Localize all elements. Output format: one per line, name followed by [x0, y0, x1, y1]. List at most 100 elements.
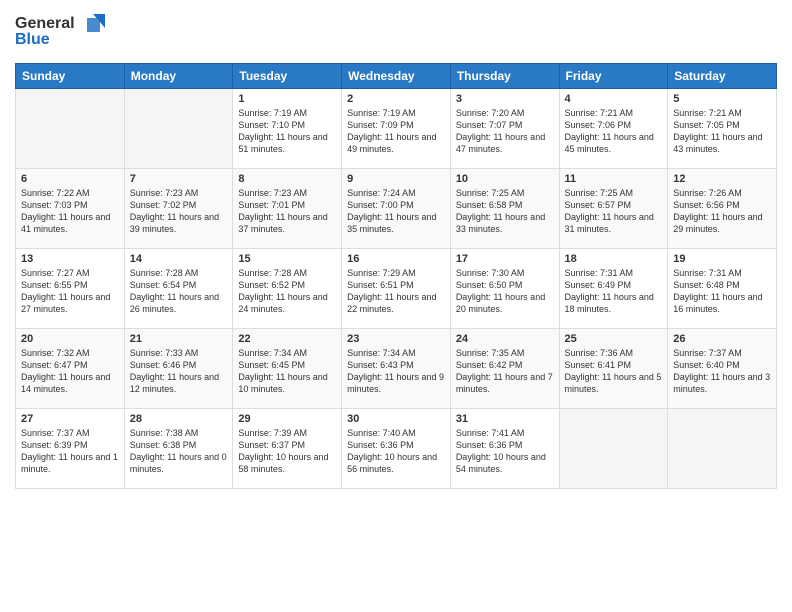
week-row-5: 27 Sunrise: 7:37 AM Sunset: 6:39 PM Dayli…: [16, 409, 777, 489]
week-row-3: 13Sunrise: 7:27 AM Sunset: 6:55 PM Dayli…: [16, 249, 777, 329]
day-number: 28: [130, 413, 228, 425]
day-header-sunday: Sunday: [16, 64, 125, 89]
day-info: Sunrise: 7:28 AM Sunset: 6:54 PM Dayligh…: [130, 267, 228, 316]
day-info: Sunrise: 7:24 AM Sunset: 7:00 PM Dayligh…: [347, 187, 445, 236]
day-info: Sunrise: 7:22 AM Sunset: 7:03 PM Dayligh…: [21, 187, 119, 236]
day-number: 11: [565, 173, 663, 185]
day-number: 15: [238, 253, 336, 265]
day-number: 19: [673, 253, 771, 265]
day-number: 17: [456, 253, 554, 265]
day-header-monday: Monday: [124, 64, 233, 89]
day-number: 6: [21, 173, 119, 185]
day-info: Sunrise: 7:30 AM Sunset: 6:50 PM Dayligh…: [456, 267, 554, 316]
day-info: Sunrise: 7:25 AM Sunset: 6:58 PM Dayligh…: [456, 187, 554, 236]
day-cell: 6 Sunrise: 7:22 AM Sunset: 7:03 PM Daylig…: [16, 169, 125, 249]
day-header-tuesday: Tuesday: [233, 64, 342, 89]
day-number: 26: [673, 333, 771, 345]
day-cell: 30 Sunrise: 7:40 AM Sunset: 6:36 PM Dayli…: [342, 409, 451, 489]
day-cell: 9 Sunrise: 7:24 AM Sunset: 7:00 PM Daylig…: [342, 169, 451, 249]
day-cell: [668, 409, 777, 489]
day-number: 3: [456, 93, 554, 105]
day-cell: 29Sunrise: 7:39 AM Sunset: 6:37 PM Dayli…: [233, 409, 342, 489]
day-info: Sunrise: 7:31 AM Sunset: 6:48 PM Dayligh…: [673, 267, 771, 316]
day-info: Sunrise: 7:36 AM Sunset: 6:41 PM Dayligh…: [565, 347, 663, 396]
day-info: Sunrise: 7:34 AM Sunset: 6:43 PM Dayligh…: [347, 347, 445, 396]
day-cell: 26 Sunrise: 7:37 AM Sunset: 6:40 PM Dayli…: [668, 329, 777, 409]
day-number: 1: [238, 93, 336, 105]
day-number: 25: [565, 333, 663, 345]
day-cell: 17 Sunrise: 7:30 AM Sunset: 6:50 PM Dayli…: [450, 249, 559, 329]
day-cell: 3 Sunrise: 7:20 AM Sunset: 7:07 PM Daylig…: [450, 89, 559, 169]
week-row-1: 1Sunrise: 7:19 AM Sunset: 7:10 PM Daylig…: [16, 89, 777, 169]
day-cell: 25 Sunrise: 7:36 AM Sunset: 6:41 PM Dayli…: [559, 329, 668, 409]
day-info: Sunrise: 7:19 AM Sunset: 7:09 PM Dayligh…: [347, 107, 445, 156]
day-info: Sunrise: 7:23 AM Sunset: 7:01 PM Dayligh…: [238, 187, 336, 236]
day-number: 18: [565, 253, 663, 265]
day-cell: 8 Sunrise: 7:23 AM Sunset: 7:01 PM Daylig…: [233, 169, 342, 249]
day-number: 24: [456, 333, 554, 345]
day-cell: [124, 89, 233, 169]
day-number: 21: [130, 333, 228, 345]
day-number: 9: [347, 173, 445, 185]
day-cell: [559, 409, 668, 489]
day-info: Sunrise: 7:37 AM Sunset: 6:40 PM Dayligh…: [673, 347, 771, 396]
logo: General Blue: [15, 10, 105, 55]
day-cell: 2 Sunrise: 7:19 AM Sunset: 7:09 PM Daylig…: [342, 89, 451, 169]
svg-text:Blue: Blue: [15, 31, 50, 48]
day-info: Sunrise: 7:20 AM Sunset: 7:07 PM Dayligh…: [456, 107, 554, 156]
header-row: SundayMondayTuesdayWednesdayThursdayFrid…: [16, 64, 777, 89]
day-cell: 15 Sunrise: 7:28 AM Sunset: 6:52 PM Dayli…: [233, 249, 342, 329]
page: General Blue SundayMondayTuesdayWednesda…: [0, 0, 792, 612]
day-cell: 13Sunrise: 7:27 AM Sunset: 6:55 PM Dayli…: [16, 249, 125, 329]
day-info: Sunrise: 7:37 AM Sunset: 6:39 PM Dayligh…: [21, 427, 119, 476]
day-cell: 21 Sunrise: 7:33 AM Sunset: 6:46 PM Dayli…: [124, 329, 233, 409]
day-number: 20: [21, 333, 119, 345]
day-cell: 12 Sunrise: 7:26 AM Sunset: 6:56 PM Dayli…: [668, 169, 777, 249]
day-cell: 18 Sunrise: 7:31 AM Sunset: 6:49 PM Dayli…: [559, 249, 668, 329]
day-cell: 10Sunrise: 7:25 AM Sunset: 6:58 PM Dayli…: [450, 169, 559, 249]
day-cell: 28Sunrise: 7:38 AM Sunset: 6:38 PM Dayli…: [124, 409, 233, 489]
day-info: Sunrise: 7:29 AM Sunset: 6:51 PM Dayligh…: [347, 267, 445, 316]
day-cell: 7 Sunrise: 7:23 AM Sunset: 7:02 PM Daylig…: [124, 169, 233, 249]
day-number: 27: [21, 413, 119, 425]
day-info: Sunrise: 7:31 AM Sunset: 6:49 PM Dayligh…: [565, 267, 663, 316]
day-info: Sunrise: 7:25 AM Sunset: 6:57 PM Dayligh…: [565, 187, 663, 236]
day-cell: 4 Sunrise: 7:21 AM Sunset: 7:06 PM Daylig…: [559, 89, 668, 169]
day-header-friday: Friday: [559, 64, 668, 89]
day-info: Sunrise: 7:27 AM Sunset: 6:55 PM Dayligh…: [21, 267, 119, 316]
day-info: Sunrise: 7:33 AM Sunset: 6:46 PM Dayligh…: [130, 347, 228, 396]
day-cell: 24Sunrise: 7:35 AM Sunset: 6:42 PM Dayli…: [450, 329, 559, 409]
logo-svg: General Blue: [15, 10, 105, 50]
day-header-wednesday: Wednesday: [342, 64, 451, 89]
day-number: 30: [347, 413, 445, 425]
day-number: 5: [673, 93, 771, 105]
day-number: 2: [347, 93, 445, 105]
day-cell: 23 Sunrise: 7:34 AM Sunset: 6:43 PM Dayli…: [342, 329, 451, 409]
day-cell: 16Sunrise: 7:29 AM Sunset: 6:51 PM Dayli…: [342, 249, 451, 329]
day-number: 14: [130, 253, 228, 265]
day-info: Sunrise: 7:40 AM Sunset: 6:36 PM Dayligh…: [347, 427, 445, 476]
day-cell: 22Sunrise: 7:34 AM Sunset: 6:45 PM Dayli…: [233, 329, 342, 409]
day-info: Sunrise: 7:28 AM Sunset: 6:52 PM Dayligh…: [238, 267, 336, 316]
day-cell: 11 Sunrise: 7:25 AM Sunset: 6:57 PM Dayli…: [559, 169, 668, 249]
week-row-4: 20Sunrise: 7:32 AM Sunset: 6:47 PM Dayli…: [16, 329, 777, 409]
day-info: Sunrise: 7:23 AM Sunset: 7:02 PM Dayligh…: [130, 187, 228, 236]
day-info: Sunrise: 7:21 AM Sunset: 7:06 PM Dayligh…: [565, 107, 663, 156]
day-cell: 1Sunrise: 7:19 AM Sunset: 7:10 PM Daylig…: [233, 89, 342, 169]
header: General Blue: [15, 10, 777, 55]
day-cell: [16, 89, 125, 169]
day-number: 23: [347, 333, 445, 345]
day-number: 4: [565, 93, 663, 105]
calendar-table: SundayMondayTuesdayWednesdayThursdayFrid…: [15, 63, 777, 489]
day-info: Sunrise: 7:26 AM Sunset: 6:56 PM Dayligh…: [673, 187, 771, 236]
day-number: 7: [130, 173, 228, 185]
day-info: Sunrise: 7:41 AM Sunset: 6:36 PM Dayligh…: [456, 427, 554, 476]
day-info: Sunrise: 7:21 AM Sunset: 7:05 PM Dayligh…: [673, 107, 771, 156]
day-number: 29: [238, 413, 336, 425]
svg-text:General: General: [15, 15, 75, 32]
day-number: 12: [673, 173, 771, 185]
day-number: 8: [238, 173, 336, 185]
day-header-saturday: Saturday: [668, 64, 777, 89]
day-cell: 20Sunrise: 7:32 AM Sunset: 6:47 PM Dayli…: [16, 329, 125, 409]
day-number: 22: [238, 333, 336, 345]
